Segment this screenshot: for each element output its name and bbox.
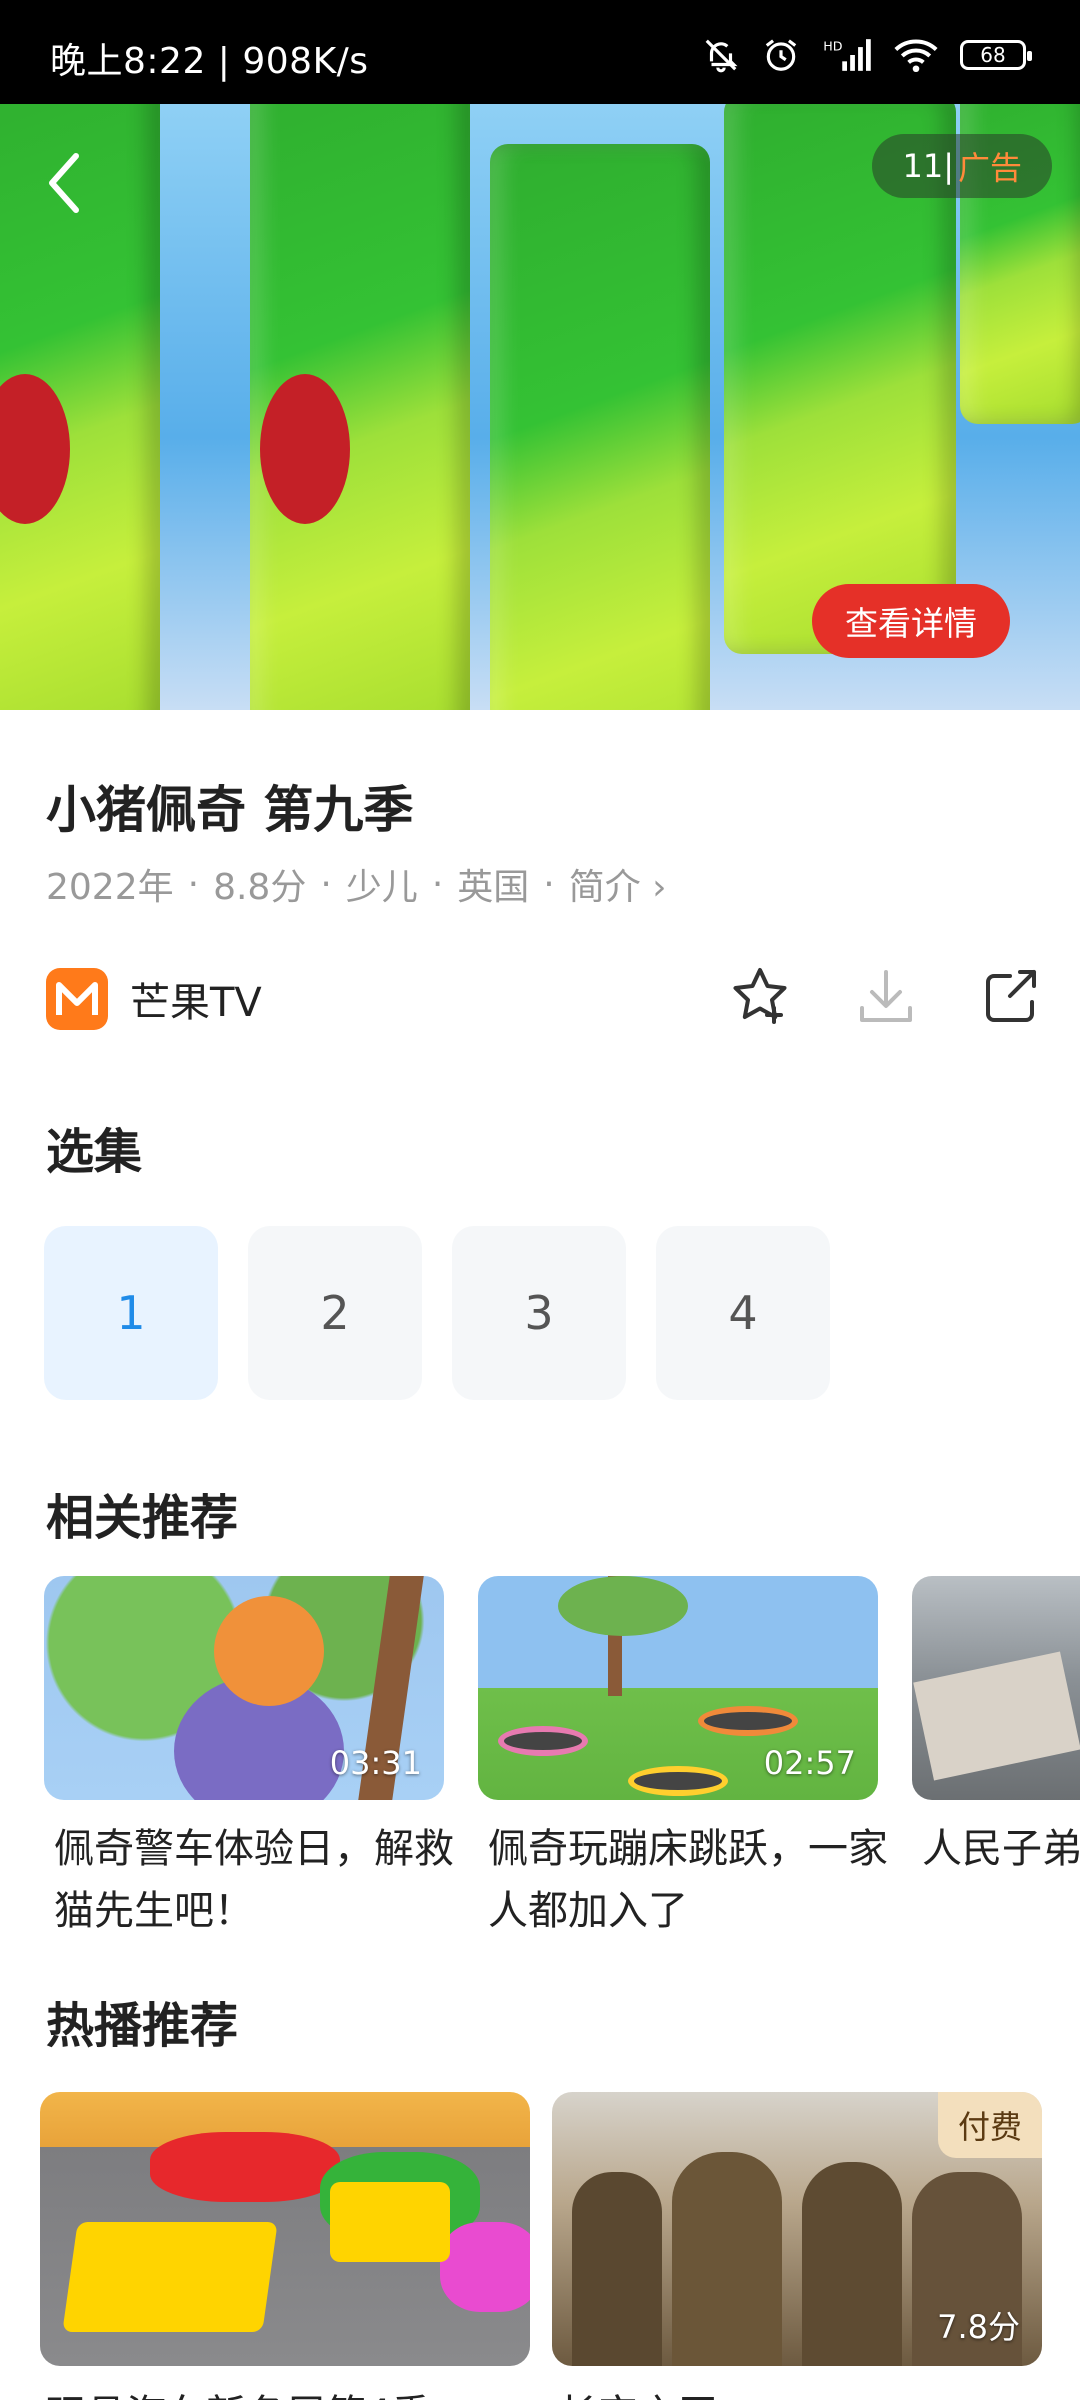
related-thumbnail: [912, 1576, 1080, 1800]
share-icon[interactable]: [980, 964, 1044, 1028]
ad-banner[interactable]: 11 | 广告 查看详情: [0, 104, 1080, 710]
back-icon[interactable]: [40, 148, 90, 218]
related-card[interactable]: 03:31 佩奇警车体验日，解救猫先生吧！: [44, 1576, 454, 1942]
meta-region: 英国: [457, 867, 530, 908]
action-buttons: [728, 964, 1044, 1028]
meta-separator: ·: [320, 863, 332, 905]
video-duration: 03:31: [329, 1744, 422, 1782]
ad-can-image: [250, 104, 470, 710]
provider-row[interactable]: 芒果TV: [46, 968, 262, 1030]
battery-level: 68: [980, 43, 1006, 67]
meta-separator: ·: [543, 863, 555, 905]
related-thumbnail: 03:31: [44, 1576, 444, 1800]
mango-tv-logo: [46, 968, 108, 1030]
hot-rating: 7.8分: [937, 2308, 1020, 2346]
related-card[interactable]: 人民子弟小时建起: [912, 1576, 1080, 1942]
related-title: 人民子弟小时建起: [922, 1826, 1080, 1872]
episode-1-button[interactable]: 1: [44, 1226, 218, 1400]
hot-title: 长空之王: [558, 2382, 1042, 2400]
meta-year: 2022年: [46, 867, 174, 908]
meta-separator: ·: [431, 863, 444, 905]
wifi-icon: [894, 39, 938, 73]
signal-icon: HD: [823, 38, 871, 71]
ad-can-image: [490, 144, 710, 710]
meta-rating: 8.8分: [213, 867, 307, 908]
episode-list: 1 2 3 4: [44, 1226, 830, 1400]
ad-separator: |: [943, 147, 954, 185]
hot-title: 玩具汽车新冬居第4季: [46, 2382, 530, 2400]
ad-label: 广告: [957, 149, 1022, 187]
meta-separator: ·: [187, 863, 200, 905]
related-thumbnail: 02:57: [478, 1576, 878, 1800]
status-icons: HD 68: [702, 36, 1032, 74]
hot-list: 玩具汽车新冬居第4季 付费 7.8分 长空之王: [40, 2092, 1042, 2400]
video-duration: 02:57: [763, 1744, 856, 1782]
paid-badge: 付费: [937, 2092, 1042, 2158]
hot-heading: 热播推荐: [46, 1998, 239, 2054]
status-bar: 晚上8:22 | 908K/s HD 68: [0, 0, 1080, 104]
related-card[interactable]: 02:57 佩奇玩蹦床跳跃，一家人都加入了: [478, 1576, 888, 1942]
meta-category: 少儿: [345, 867, 418, 908]
related-title: 佩奇玩蹦床跳跃，一家人都加入了: [488, 1826, 888, 1934]
mute-icon: [705, 39, 738, 73]
ad-countdown: 11: [902, 147, 944, 185]
favorite-star-icon[interactable]: [728, 964, 792, 1028]
hot-thumbnail: 付费 7.8分: [552, 2092, 1042, 2366]
hot-thumbnail: [40, 2092, 530, 2366]
ad-skip-pill[interactable]: 11 | 广告: [872, 134, 1052, 198]
show-meta: 2022年 · 8.8分 · 少儿 · 英国 · 简介 ›: [46, 858, 667, 910]
related-list: 03:31 佩奇警车体验日，解救猫先生吧！ 02:57 佩奇玩蹦床跳跃，一家人都…: [44, 1576, 1080, 1942]
related-title: 佩奇警车体验日，解救猫先生吧！: [54, 1826, 454, 1934]
view-details-button[interactable]: 查看详情: [812, 584, 1010, 658]
battery-icon: 68: [960, 40, 1032, 70]
download-icon[interactable]: [854, 964, 918, 1028]
related-heading: 相关推荐: [46, 1490, 239, 1546]
episode-3-button[interactable]: 3: [452, 1226, 626, 1400]
episode-2-button[interactable]: 2: [248, 1226, 422, 1400]
status-time-speed: 晚上8:22 | 908K/s: [50, 41, 369, 82]
intro-link[interactable]: 简介 ›: [569, 858, 667, 910]
hot-card[interactable]: 玩具汽车新冬居第4季: [40, 2092, 530, 2400]
svg-text:HD: HD: [823, 38, 842, 53]
alarm-icon: [765, 39, 797, 71]
show-title: 小猪佩奇 第九季: [46, 781, 414, 839]
episodes-heading: 选集: [46, 1124, 143, 1180]
episode-4-button[interactable]: 4: [656, 1226, 830, 1400]
provider-name: 芒果TV: [130, 980, 262, 1026]
hot-card[interactable]: 付费 7.8分 长空之王: [552, 2092, 1042, 2400]
